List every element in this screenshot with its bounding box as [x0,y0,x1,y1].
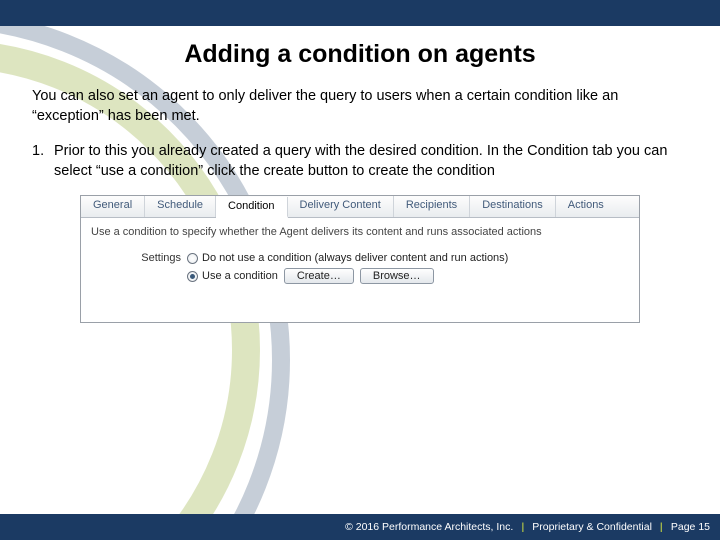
tab-recipients[interactable]: Recipients [394,196,470,217]
radio-use-condition-label: Use a condition [202,270,278,282]
condition-hint: Use a condition to specify whether the A… [91,226,629,238]
footer-confidential: Proprietary & Confidential [532,521,652,533]
step-1: 1. Prior to this you already created a q… [32,142,688,181]
footer-copyright: © 2016 Performance Architects, Inc. [345,521,513,533]
footer-bar: © 2016 Performance Architects, Inc. | Pr… [0,514,720,540]
step-text: Prior to this you already created a quer… [54,142,688,181]
step-number: 1. [32,142,54,181]
tab-actions[interactable]: Actions [556,196,616,217]
create-button[interactable]: Create… [284,268,354,284]
embedded-ui-panel: General Schedule Condition Delivery Cont… [80,195,640,323]
radio-icon [187,253,198,264]
footer-separator: | [519,521,526,533]
radio-no-condition-label: Do not use a condition (always deliver c… [202,252,508,264]
tab-general[interactable]: General [81,196,145,217]
page-title: Adding a condition on agents [32,40,688,69]
slide-content: Adding a condition on agents You can als… [0,26,720,514]
tab-destinations[interactable]: Destinations [470,196,556,217]
settings-row-1: Settings Do not use a condition (always … [91,250,629,266]
top-bar [0,0,720,26]
footer-page: Page 15 [671,521,710,533]
settings-row-2: Use a condition Create… Browse… [91,266,629,286]
footer-separator: | [658,521,665,533]
tab-schedule[interactable]: Schedule [145,196,216,217]
radio-no-condition[interactable]: Do not use a condition (always deliver c… [187,252,508,264]
radio-use-condition[interactable]: Use a condition [187,270,278,282]
tab-delivery-content[interactable]: Delivery Content [288,196,394,217]
browse-button[interactable]: Browse… [360,268,434,284]
settings-label: Settings [127,252,181,264]
intro-text: You can also set an agent to only delive… [32,87,688,126]
tab-condition[interactable]: Condition [216,197,287,218]
condition-panel: Use a condition to specify whether the A… [81,218,639,322]
radio-icon [187,271,198,282]
tab-strip: General Schedule Condition Delivery Cont… [81,196,639,218]
